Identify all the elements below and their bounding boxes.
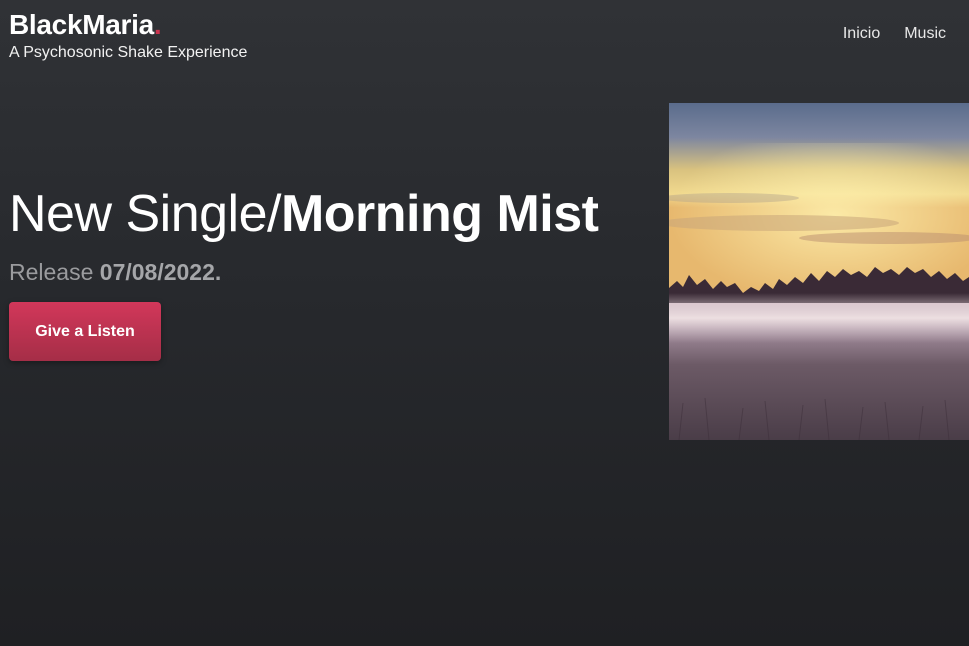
- hero-title-prefix: New Single/: [9, 185, 281, 243]
- nav-link-inicio[interactable]: Inicio: [843, 24, 880, 44]
- hero-title: New Single/Morning Mist: [9, 184, 599, 244]
- release-label: Release: [9, 259, 100, 285]
- release-info: Release 07/08/2022.: [9, 258, 598, 286]
- release-date: 07/08/2022.: [99, 259, 222, 285]
- brand-logo[interactable]: BlackMaria.: [9, 8, 247, 42]
- main-nav: Inicio Music: [843, 24, 946, 44]
- misty-field-image: [669, 103, 969, 440]
- nav-link-music[interactable]: Music: [904, 24, 946, 44]
- brand[interactable]: BlackMaria. A Psychosonic Shake Experien…: [9, 8, 247, 63]
- brand-dot: .: [153, 9, 162, 40]
- brand-tagline: A Psychosonic Shake Experience: [9, 44, 248, 61]
- hero-title-single-name: Morning Mist: [280, 185, 599, 243]
- single-cover-image: [669, 103, 969, 440]
- brand-name-text: BlackMaria: [9, 9, 154, 40]
- hero-section: New Single/Morning Mist Release 07/08/20…: [9, 184, 599, 361]
- give-a-listen-button[interactable]: Give a Listen: [9, 302, 161, 361]
